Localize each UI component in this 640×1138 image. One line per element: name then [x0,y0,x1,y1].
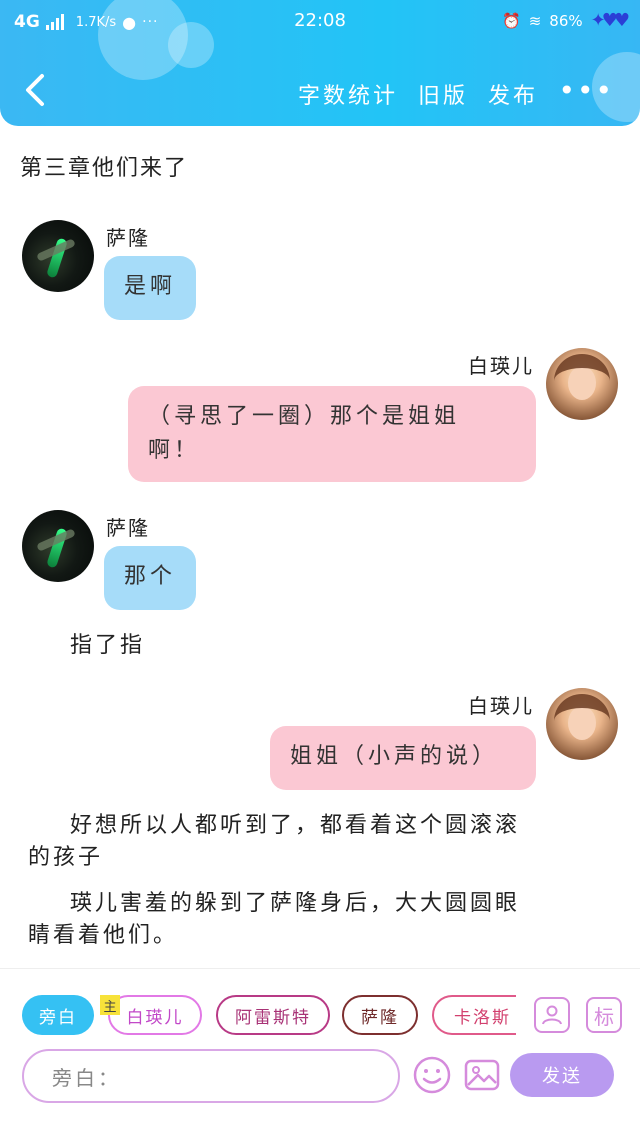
more-icon[interactable]: ••• [558,74,614,107]
narration-text: 指了指 [70,633,146,658]
battery-level: 86% [549,11,583,30]
message-text-line: （寻思了一圈）那个是姐姐 [148,404,461,429]
header: 4G 1.7K/s ● ··· 22:08 ⏰ ≋ 86% ✦♥♥ 字数统计 旧… [0,0,640,126]
speaker-name: 萨隆 [106,226,150,250]
message-text: 姐姐（小声的说） [290,744,499,769]
avatar-salong[interactable] [22,510,94,582]
message-bubble[interactable]: （寻思了一圈）那个是姐姐 啊！ [128,386,536,482]
emoji-icon[interactable] [412,1055,452,1095]
wifi-icon: ≋ [528,11,542,30]
add-role-icon[interactable] [534,997,570,1033]
word-count-button[interactable]: 字数统计 [298,78,398,110]
message-text-line: 啊！ [148,438,201,463]
narration-paragraph: 好想所以人都听到了，都看着这个圆滚滚 的孩子 [28,810,618,874]
back-icon[interactable] [20,72,50,108]
image-icon[interactable] [462,1055,502,1095]
role-chip-arest[interactable]: 阿雷斯特 [216,995,330,1035]
narration-line: 睛看着他们。 [28,923,179,948]
alarm-icon: ⏰ [502,11,521,30]
avatar-baiyinger[interactable] [546,348,618,420]
narration-line: 瑛儿害羞的躲到了萨隆身后，大大圆圆眼 [70,891,521,916]
narration-paragraph: 瑛儿害羞的躲到了萨隆身后，大大圆圆眼 睛看着他们。 [28,888,618,952]
message-text: 是啊 [124,274,177,299]
avatar-salong[interactable] [22,220,94,292]
chapter-title: 第三章他们来了 [20,156,189,181]
send-button[interactable]: 发送 [510,1053,614,1097]
role-chip-baiyinger[interactable]: 白瑛儿 [108,995,202,1035]
role-chip-narration[interactable]: 旁白 [22,995,94,1035]
avatar-baiyinger[interactable] [546,688,618,760]
message-bubble[interactable]: 是啊 [104,256,196,320]
navbar: 字数统计 旧版 发布 ••• [0,60,640,120]
role-chip-salong[interactable]: 萨隆 [342,995,418,1035]
narration-line: 的孩子 [28,845,104,870]
composer-panel: 旁白 白瑛儿 主 阿雷斯特 萨隆 卡洛斯 标 旁白： 发送 [0,968,640,1138]
old-version-button[interactable]: 旧版 [418,78,468,110]
message-input[interactable]: 旁白： [22,1049,400,1103]
message-bubble[interactable]: 那个 [104,546,196,610]
publish-button[interactable]: 发布 [488,78,538,110]
hearts-icon: ✦♥♥ [590,10,630,31]
tag-icon[interactable]: 标 [586,997,622,1033]
speaker-name: 白瑛儿 [468,694,534,718]
speaker-name: 白瑛儿 [468,354,534,378]
message-bubble[interactable]: 姐姐（小声的说） [270,726,536,790]
main-role-badge: 主 [100,995,120,1015]
narration-line: 好想所以人都听到了，都看着这个圆滚滚 [70,813,521,838]
role-chip-carlos[interactable]: 卡洛斯 [432,995,516,1035]
person-icon [542,1005,562,1025]
speaker-name: 萨隆 [106,516,150,540]
message-text: 那个 [124,564,177,589]
status-bar: 4G 1.7K/s ● ··· 22:08 ⏰ ≋ 86% ✦♥♥ [0,0,640,44]
